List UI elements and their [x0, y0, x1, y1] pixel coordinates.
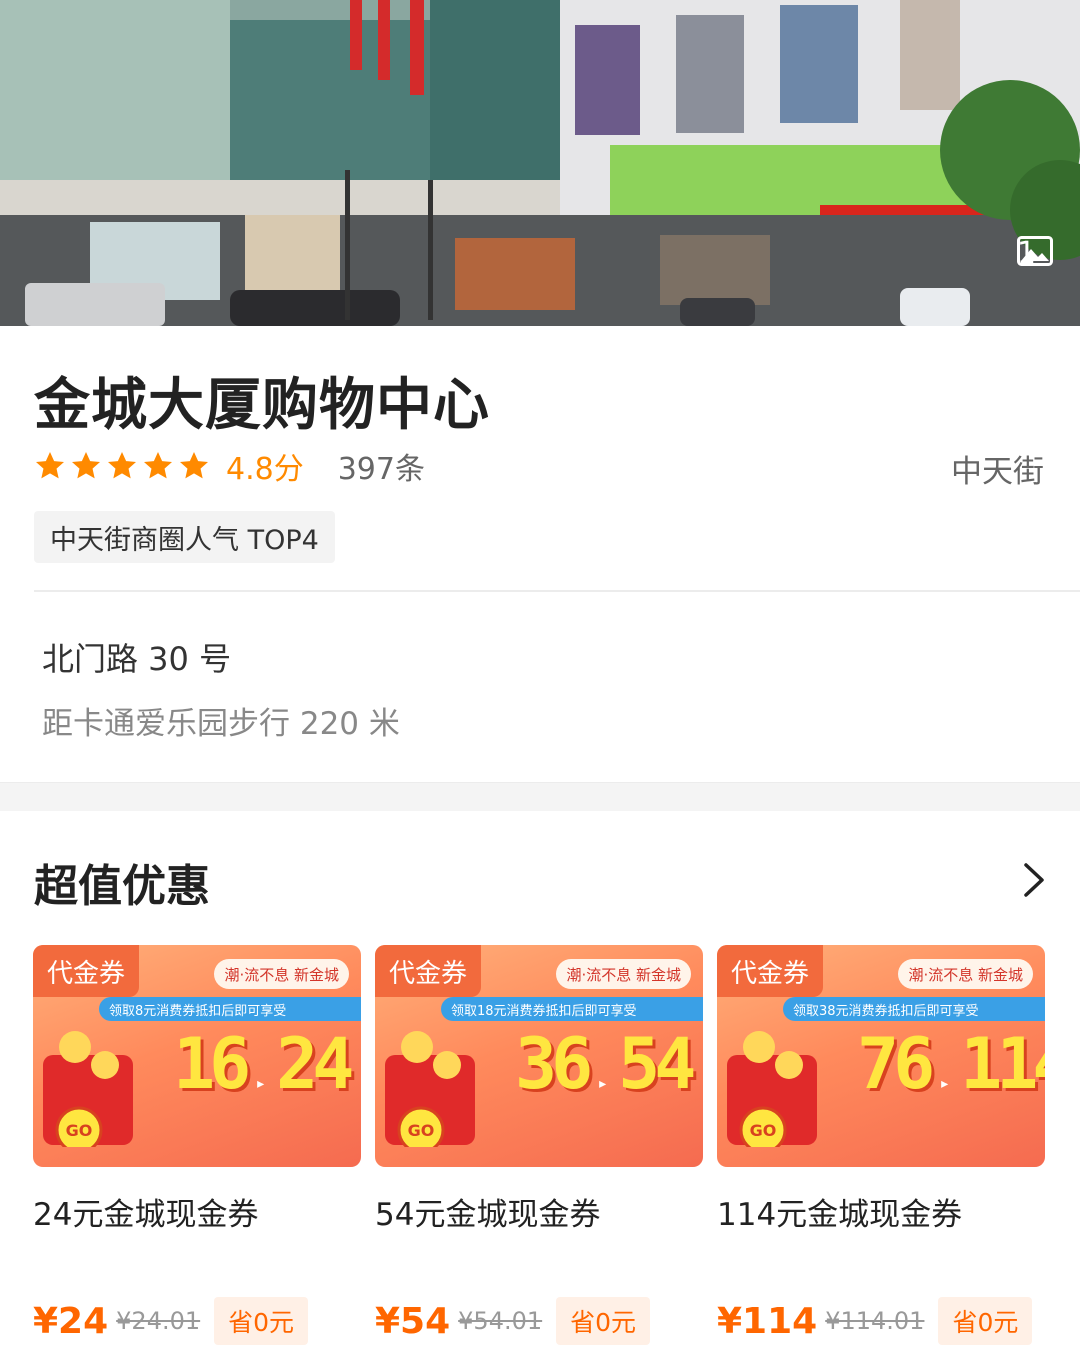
voucher-badge: 代金券	[717, 945, 824, 997]
voucher-pay-amount: 36	[515, 1023, 593, 1105]
deal-price-row: ¥114 ¥114.01 省0元	[717, 1297, 1045, 1345]
red-envelope-icon: GO	[385, 1031, 475, 1147]
voucher-face-value: 114	[960, 1023, 1045, 1105]
deal-original-price: ¥24.01	[116, 1307, 201, 1335]
arrow-icon: ▸	[939, 1073, 951, 1094]
deal-image[interactable]: GO 代金券 潮·流不息 新金城 领取8元消费券抵扣后即可享受 16 ▸ 24	[33, 945, 361, 1167]
divider	[34, 590, 1080, 592]
deal-price: ¥114	[717, 1300, 818, 1342]
rating-row[interactable]: 4.8分 397条	[34, 444, 425, 488]
svg-text:GO: GO	[750, 1121, 777, 1140]
brand-logo: 潮·流不息 新金城	[898, 959, 1033, 989]
store-name: 金城大厦购物中心	[34, 373, 490, 438]
deal-image[interactable]: GO 代金券 潮·流不息 新金城 领取18元消费券抵扣后即可享受 36 ▸ 54	[375, 945, 703, 1167]
deal-price-row: ¥54 ¥54.01 省0元	[375, 1297, 703, 1345]
star-icon	[180, 452, 208, 479]
section-separator	[0, 782, 1080, 811]
deal-card[interactable]: GO 代金券 潮·流不息 新金城 领取38元消费券抵扣后即可享受 76 ▸ 11…	[717, 945, 1045, 1345]
deals-section-title: 超值优惠	[34, 861, 210, 912]
star-rating	[34, 450, 210, 482]
deal-card[interactable]: GO 代金券 潮·流不息 新金城 领取18元消费券抵扣后即可享受 36 ▸ 54…	[375, 945, 703, 1345]
deal-savings: 省0元	[214, 1297, 309, 1345]
red-envelope-icon: GO	[43, 1031, 133, 1147]
district-label: 中天街	[951, 454, 1044, 490]
mall-street-photo	[0, 0, 1080, 326]
deal-name[interactable]: 114元金城现金券	[717, 1189, 1045, 1233]
voucher-price-graphic: 16 ▸ 24	[173, 1023, 354, 1105]
voucher-face-value: 24	[276, 1023, 354, 1105]
voucher-note: 领取18元消费券抵扣后即可享受	[441, 997, 703, 1021]
deal-name[interactable]: 24元金城现金券	[33, 1189, 361, 1233]
voucher-face-value: 54	[618, 1023, 696, 1105]
star-icon	[36, 452, 64, 479]
star-icon	[144, 452, 172, 479]
deal-price-row: ¥24 ¥24.01 省0元	[33, 1297, 361, 1345]
deal-savings: 省0元	[556, 1297, 651, 1345]
voucher-price-graphic: 36 ▸ 54	[515, 1023, 696, 1105]
store-address[interactable]: 北门路 30 号	[42, 634, 231, 680]
arrow-icon: ▸	[597, 1073, 609, 1094]
photo-count[interactable]: 1	[1016, 236, 1053, 271]
star-icon	[72, 452, 100, 479]
deal-card[interactable]: GO 代金券 潮·流不息 新金城 领取8元消费券抵扣后即可享受 16 ▸ 24 …	[33, 945, 361, 1345]
star-icon	[108, 452, 136, 479]
svg-text:GO: GO	[408, 1121, 435, 1140]
voucher-badge: 代金券	[33, 945, 140, 997]
deal-price: ¥24	[33, 1300, 109, 1342]
arrow-icon: ▸	[255, 1073, 267, 1094]
deal-name[interactable]: 54元金城现金券	[375, 1189, 703, 1233]
brand-logo: 潮·流不息 新金城	[214, 959, 349, 989]
svg-text:GO: GO	[66, 1121, 93, 1140]
ranking-tag[interactable]: 中天街商圈人气 TOP4	[34, 511, 335, 563]
red-envelope-icon: GO	[727, 1031, 817, 1147]
deal-original-price: ¥54.01	[458, 1307, 543, 1335]
review-count[interactable]: 397条	[338, 444, 425, 488]
deal-savings: 省0元	[938, 1297, 1033, 1345]
voucher-badge: 代金券	[375, 945, 482, 997]
deal-price: ¥54	[375, 1300, 451, 1342]
voucher-note: 领取38元消费券抵扣后即可享受	[783, 997, 1045, 1021]
voucher-pay-amount: 16	[173, 1023, 251, 1105]
voucher-note: 领取8元消费券抵扣后即可享受	[99, 997, 361, 1021]
rating-score: 4.8分	[226, 452, 304, 487]
chevron-right-icon[interactable]	[1022, 862, 1046, 898]
deal-original-price: ¥114.01	[825, 1307, 925, 1335]
voucher-price-graphic: 76 ▸ 114	[857, 1029, 1045, 1099]
store-distance: 距卡通爱乐园步行 220 米	[42, 706, 400, 742]
hero-photo[interactable]: 1	[0, 0, 1080, 326]
deal-image[interactable]: GO 代金券 潮·流不息 新金城 领取38元消费券抵扣后即可享受 76 ▸ 11…	[717, 945, 1045, 1167]
brand-logo: 潮·流不息 新金城	[556, 959, 691, 989]
voucher-pay-amount: 76	[857, 1023, 935, 1105]
image-icon	[1016, 236, 1053, 266]
